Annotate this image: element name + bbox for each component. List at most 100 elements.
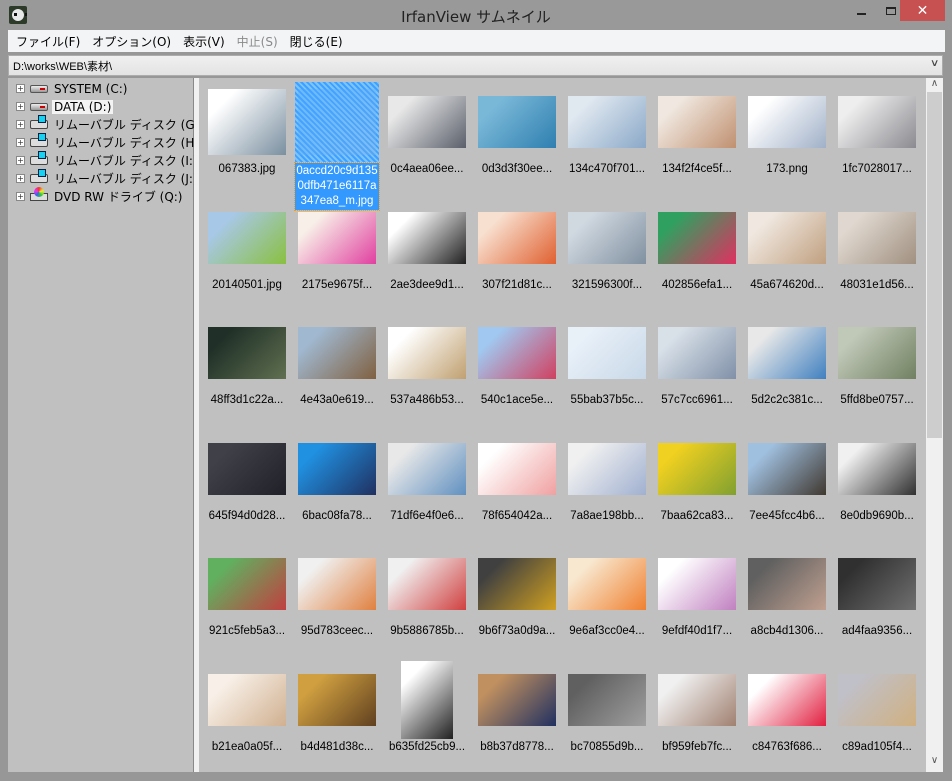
thumbnail-image <box>388 442 466 495</box>
thumbnail-item[interactable]: 9b6f73a0d9a... <box>472 541 562 656</box>
thumbnail-item[interactable]: 7ee45fcc4b6... <box>742 426 832 541</box>
thumbnail-image <box>298 211 376 264</box>
thumbnail-item[interactable]: 95d783ceec... <box>292 541 382 656</box>
thumbnail-item[interactable]: 0accd20c9d1350dfb471e6117a347ea8_m.jpg <box>292 79 382 211</box>
thumbnail-item[interactable]: 307f21d81c... <box>472 195 562 310</box>
thumbnail-item[interactable]: 48ff3d1c22a... <box>202 310 292 425</box>
thumbnail-frame <box>836 545 918 623</box>
thumbnail-item[interactable]: c89ad105f4... <box>832 657 922 772</box>
thumbnail-grid: 067383.jpg 0accd20c9d1350dfb471e6117a347e… <box>199 78 926 772</box>
thumbnail-frame <box>296 430 378 508</box>
thumbnail-item[interactable]: 45a674620d... <box>742 195 832 310</box>
thumbnail-item[interactable]: 57c7cc6961... <box>652 310 742 425</box>
thumbnail-item[interactable]: b635fd25cb9... <box>382 657 472 772</box>
thumbnail-image <box>298 558 376 610</box>
thumbnail-item[interactable]: 134c470f701... <box>562 79 652 194</box>
thumbnail-frame <box>836 314 918 392</box>
thumbnail-item[interactable]: 173.png <box>742 79 832 194</box>
thumbnail-item[interactable]: 645f94d0d28... <box>202 426 292 541</box>
minimize-icon <box>856 12 866 15</box>
thumbnail-image <box>748 211 826 264</box>
menu-item[interactable]: オプション(O) <box>86 33 177 50</box>
scroll-down-arrow-icon[interactable]: ∨ <box>926 755 943 772</box>
thumbnail-image <box>568 96 646 148</box>
thumbnail-filename: 48031e1d56... <box>840 278 914 291</box>
tree-item-drive[interactable]: + リムーバブル ディスク (H:) <box>16 133 205 151</box>
thumbnail-item[interactable]: 321596300f... <box>562 195 652 310</box>
thumbnail-frame <box>295 82 379 162</box>
thumbnail-item[interactable]: ad4faa9356... <box>832 541 922 656</box>
thumbnail-item[interactable]: 78f654042a... <box>472 426 562 541</box>
removable-disk-icon <box>30 151 48 165</box>
tree-item-drive[interactable]: + リムーバブル ディスク (I:) <box>16 151 200 169</box>
thumbnail-item[interactable]: 6bac08fa78... <box>292 426 382 541</box>
thumbnail-frame <box>476 199 558 277</box>
thumbnail-filename: 55bab37b5c... <box>570 394 644 406</box>
thumbnail-item[interactable]: 55bab37b5c... <box>562 310 652 425</box>
thumbnail-item[interactable]: 402856efa1... <box>652 195 742 310</box>
thumbnail-frame <box>386 314 468 392</box>
expand-icon[interactable]: + <box>16 138 25 147</box>
thumbnail-image <box>298 89 376 155</box>
thumbnail-item[interactable]: 921c5feb5a3... <box>202 541 292 656</box>
thumbnail-item[interactable]: 5ffd8be0757... <box>832 310 922 425</box>
tree-item-drive[interactable]: + SYSTEM (C:) <box>16 80 129 97</box>
thumbnail-item[interactable]: 4e43a0e619... <box>292 310 382 425</box>
expand-icon[interactable]: + <box>16 156 25 165</box>
thumbnail-item[interactable]: 1fc7028017... <box>832 79 922 194</box>
thumbnail-item[interactable]: 9b5886785b... <box>382 541 472 656</box>
thumbnail-item[interactable]: 9e6af3cc0e4... <box>562 541 652 656</box>
thumbnail-frame <box>746 314 828 392</box>
thumbnail-item[interactable]: bf959feb7fc... <box>652 657 742 772</box>
thumbnail-filename: 2ae3dee9d1... <box>390 278 464 291</box>
thumbnail-item[interactable]: 0c4aea06ee... <box>382 79 472 194</box>
expand-icon[interactable]: + <box>16 192 25 201</box>
menu-item[interactable]: 閉じる(E) <box>284 33 349 50</box>
thumbnail-item[interactable]: 8e0db9690b... <box>832 426 922 541</box>
folder-path-combobox[interactable]: D:\works\WEB\素材\ ∨ <box>8 55 943 76</box>
thumbnail-item[interactable]: 134f2f4ce5f... <box>652 79 742 194</box>
thumbnail-frame <box>386 660 468 739</box>
expand-icon[interactable]: + <box>16 84 25 93</box>
menu-item[interactable]: ファイル(F) <box>10 33 86 50</box>
tree-item-label: リムーバブル ディスク (H:) <box>54 136 204 150</box>
thumbnail-frame <box>296 199 378 277</box>
tree-item-drive[interactable]: + リムーバブル ディスク (J:) <box>16 169 200 187</box>
chevron-down-icon[interactable]: ∨ <box>930 58 940 69</box>
expand-icon[interactable]: + <box>16 174 25 183</box>
thumbnail-item[interactable]: b8b37d8778... <box>472 657 562 772</box>
thumbnail-item[interactable]: 540c1ace5e... <box>472 310 562 425</box>
vertical-scrollbar[interactable]: ∧ ∨ <box>926 78 943 772</box>
tree-item-drive[interactable]: + リムーバブル ディスク (G:) <box>16 115 205 133</box>
thumbnail-item[interactable]: 71df6e4f0e6... <box>382 426 472 541</box>
thumbnail-item[interactable]: b4d481d38c... <box>292 657 382 772</box>
thumbnail-item[interactable]: 067383.jpg <box>202 79 292 194</box>
tree-item-label: リムーバブル ディスク (J:) <box>54 172 198 186</box>
thumbnail-item[interactable]: 7baa62ca83... <box>652 426 742 541</box>
expand-icon[interactable]: + <box>16 120 25 129</box>
folder-path-text: D:\works\WEB\素材\ <box>13 61 113 73</box>
close-button[interactable]: ✕ <box>900 0 945 21</box>
thumbnail-item[interactable]: 7a8ae198bb... <box>562 426 652 541</box>
tree-item-drive[interactable]: + DATA (D:) <box>16 98 114 115</box>
expand-icon[interactable]: + <box>16 102 25 111</box>
thumbnail-filename: 8e0db9690b... <box>840 509 914 522</box>
thumbnail-item[interactable]: 2ae3dee9d1... <box>382 195 472 310</box>
tree-item-drive[interactable]: + DVD RW ドライブ (Q:) <box>16 186 185 205</box>
menu-item: 中止(S) <box>236 34 278 49</box>
thumbnail-item[interactable]: 0d3d3f30ee... <box>472 79 562 194</box>
menu-item[interactable]: 表示(V) <box>177 33 231 50</box>
thumbnail-item[interactable]: 48031e1d56... <box>832 195 922 310</box>
thumbnail-item[interactable]: 20140501.jpg <box>202 195 292 310</box>
thumbnail-item[interactable]: a8cb4d1306... <box>742 541 832 656</box>
thumbnail-item[interactable]: 9efdf40d1f7... <box>652 541 742 656</box>
thumbnail-item[interactable]: b21ea0a05f... <box>202 657 292 772</box>
thumbnail-item[interactable]: bc70855d9b... <box>562 657 652 772</box>
thumbnail-item[interactable]: 537a486b53... <box>382 310 472 425</box>
thumbnail-item[interactable]: c84763f686... <box>742 657 832 772</box>
thumbnail-item[interactable]: 5d2c2c381c... <box>742 310 832 425</box>
thumbnail-item[interactable]: 2175e9675f... <box>292 195 382 310</box>
scrollbar-thumb[interactable] <box>927 92 942 439</box>
minimize-button[interactable] <box>846 0 876 21</box>
thumbnail-image <box>568 327 646 379</box>
